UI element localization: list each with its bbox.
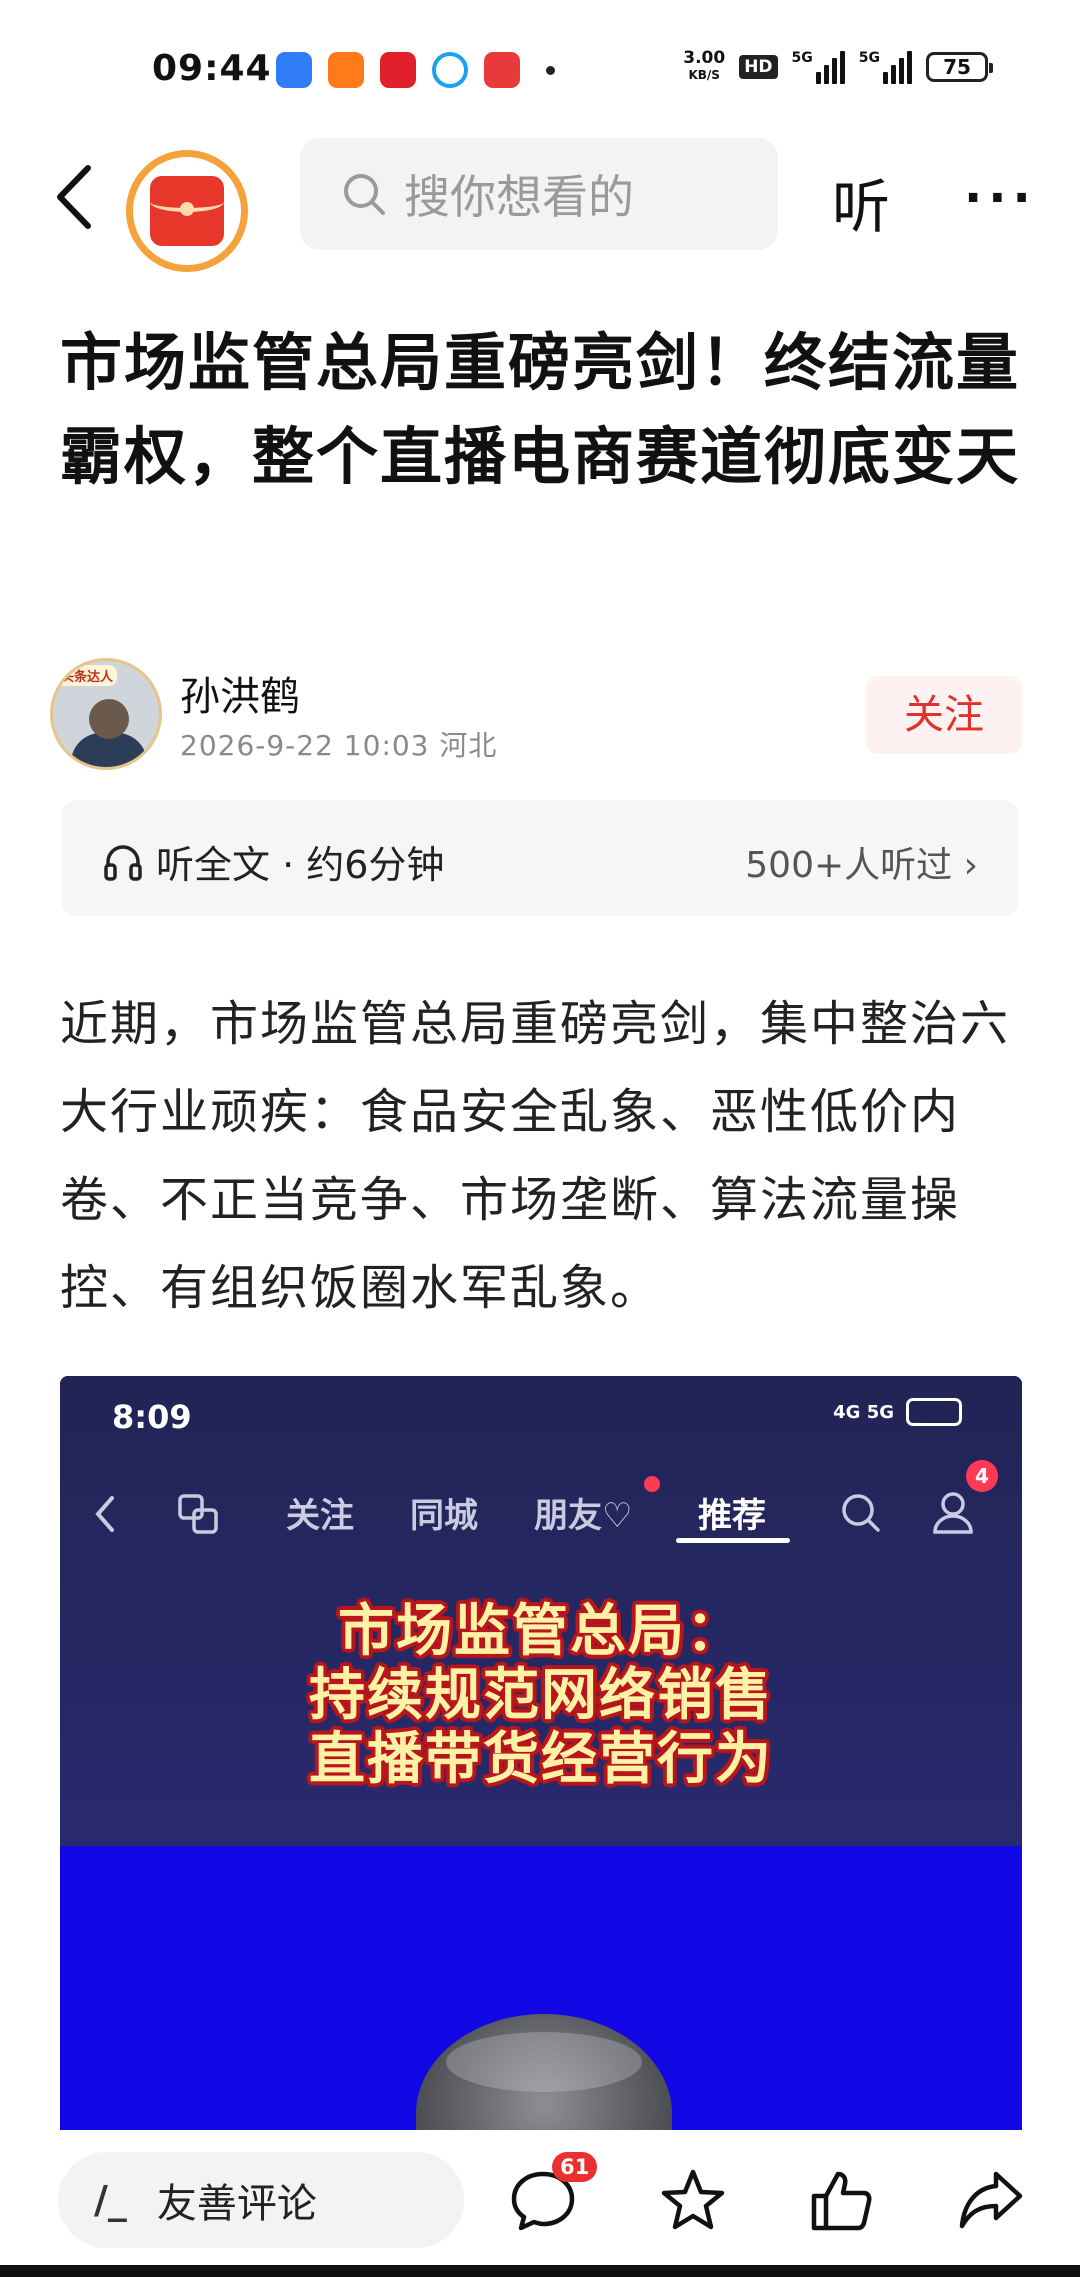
home-indicator [0, 2265, 1080, 2277]
search-input[interactable]: 搜你想看的 [300, 138, 778, 250]
share-icon[interactable] [956, 2166, 1026, 2236]
more-options-icon[interactable]: ··· [964, 170, 1037, 226]
comment-input[interactable]: /_ 友善评论 [58, 2152, 464, 2248]
author-badge: 头条达人 [57, 665, 118, 686]
embedded-nav: 关注 同城 朋友♡ 推荐 [60, 1472, 1022, 1552]
signal-label: 5G [858, 50, 880, 66]
more-notifications-dot [546, 65, 555, 75]
embedded-time: 8:09 [112, 1398, 192, 1436]
listen-full-text-label: 听全文 · 约6分钟 [156, 843, 445, 887]
favorite-star-icon[interactable] [658, 2166, 728, 2236]
like-thumb-icon[interactable] [806, 2166, 876, 2236]
listen-button[interactable]: 听 [832, 160, 890, 244]
status-indicators: 3.00 KB/S HD 5G 5G 75 [683, 50, 993, 84]
listen-full-text: 听全文 · 约6分钟 [102, 834, 444, 889]
back-icon[interactable] [50, 162, 100, 232]
embedded-headline-line: 市场监管总局： [338, 1599, 744, 1664]
status-bar: 09:44 3.00 KB/S HD 5G 5G 75 [0, 0, 1080, 130]
article-image[interactable]: 8:09 4G 5G 关注 同城 朋友♡ 推荐 4 市场监管总局： 持续规范网络… [60, 1376, 1022, 2130]
search-icon [344, 174, 385, 215]
status-time: 09:44 [152, 48, 272, 89]
app-notification-icon [432, 52, 468, 88]
embedded-signal: 4G 5G [833, 1401, 894, 1423]
comment-placeholder: 友善评论 [156, 2181, 317, 2227]
embedded-tab-nearby: 同城 [410, 1496, 478, 1536]
speed-unit: KB/S [688, 68, 720, 82]
battery-icon: 75 [926, 52, 993, 82]
network-speed: 3.00 KB/S [683, 50, 725, 84]
embedded-status: 4G 5G [833, 1398, 962, 1426]
author-row: 头条达人 孙洪鹤 2026-9-22 10:03 河北 关注 [50, 650, 1030, 780]
author-meta: 2026-9-22 10:03 河北 [180, 729, 498, 762]
speaker-head [416, 2014, 672, 2130]
embedded-notification-badge: 4 [966, 1460, 998, 1492]
embedded-tab-friends: 朋友♡ [534, 1496, 633, 1536]
app-notification-icon [484, 52, 520, 88]
signal-label: 5G [791, 50, 813, 66]
embedded-search-icon [842, 1494, 880, 1532]
top-nav: 搜你想看的 听 ··· [0, 130, 1080, 272]
embedded-back-icon [95, 1496, 114, 1532]
hd-icon: HD [739, 55, 778, 79]
embedded-tab-recommend: 推荐 [698, 1496, 766, 1536]
article-title: 市场监管总局重磅亮剑！终结流量霸权，整个直播电商赛道彻底变天 [60, 326, 1021, 493]
search-placeholder: 搜你想看的 [404, 170, 634, 224]
follow-button[interactable]: 关注 [866, 676, 1022, 754]
speed-value: 3.00 [683, 48, 726, 68]
avatar[interactable]: 头条达人 [50, 658, 162, 770]
app-notification-icon [380, 52, 416, 88]
headphones-icon [104, 844, 142, 881]
status-app-icons [276, 52, 555, 88]
author-name[interactable]: 孙洪鹤 [180, 664, 300, 722]
listener-count: 500+人听过 › [745, 845, 978, 886]
embedded-battery-icon [906, 1398, 962, 1426]
red-packet-logo-icon[interactable] [126, 150, 248, 272]
embedded-multiscreen-icon [178, 1494, 218, 1534]
app-notification-icon [328, 52, 364, 88]
pen-icon: /_ [94, 2178, 127, 2222]
embedded-headline: 市场监管总局： 持续规范网络销售 直播带货经营行为 [60, 1600, 1022, 1792]
embedded-tab-underline [676, 1538, 790, 1543]
listen-full-text-bar[interactable]: 听全文 · 约6分钟 500+人听过 › [62, 800, 1018, 916]
embedded-headline-line: 直播带货经营行为 [309, 1727, 773, 1792]
bottom-bar: /_ 友善评论 61 [0, 2130, 1080, 2277]
comment-count-badge: 61 [552, 2152, 598, 2182]
embedded-tab-following: 关注 [286, 1496, 354, 1536]
embedded-screen: 8:09 4G 5G 关注 同城 朋友♡ 推荐 4 市场监管总局： 持续规范网络… [60, 1376, 1022, 1846]
embedded-red-dot [644, 1476, 660, 1492]
embedded-profile-icon [933, 1492, 973, 1534]
signal-icon: 5G [859, 50, 912, 84]
app-notification-icon [276, 52, 312, 88]
embedded-video-frame [60, 1846, 1022, 2130]
article-body: 近期，市场监管总局重磅亮剑，集中整治六大行业顽疾：食品安全乱象、恶性低价内卷、不… [60, 996, 1011, 1316]
embedded-headline-line: 持续规范网络销售 [309, 1663, 773, 1728]
signal-icon: 5G [792, 50, 845, 84]
